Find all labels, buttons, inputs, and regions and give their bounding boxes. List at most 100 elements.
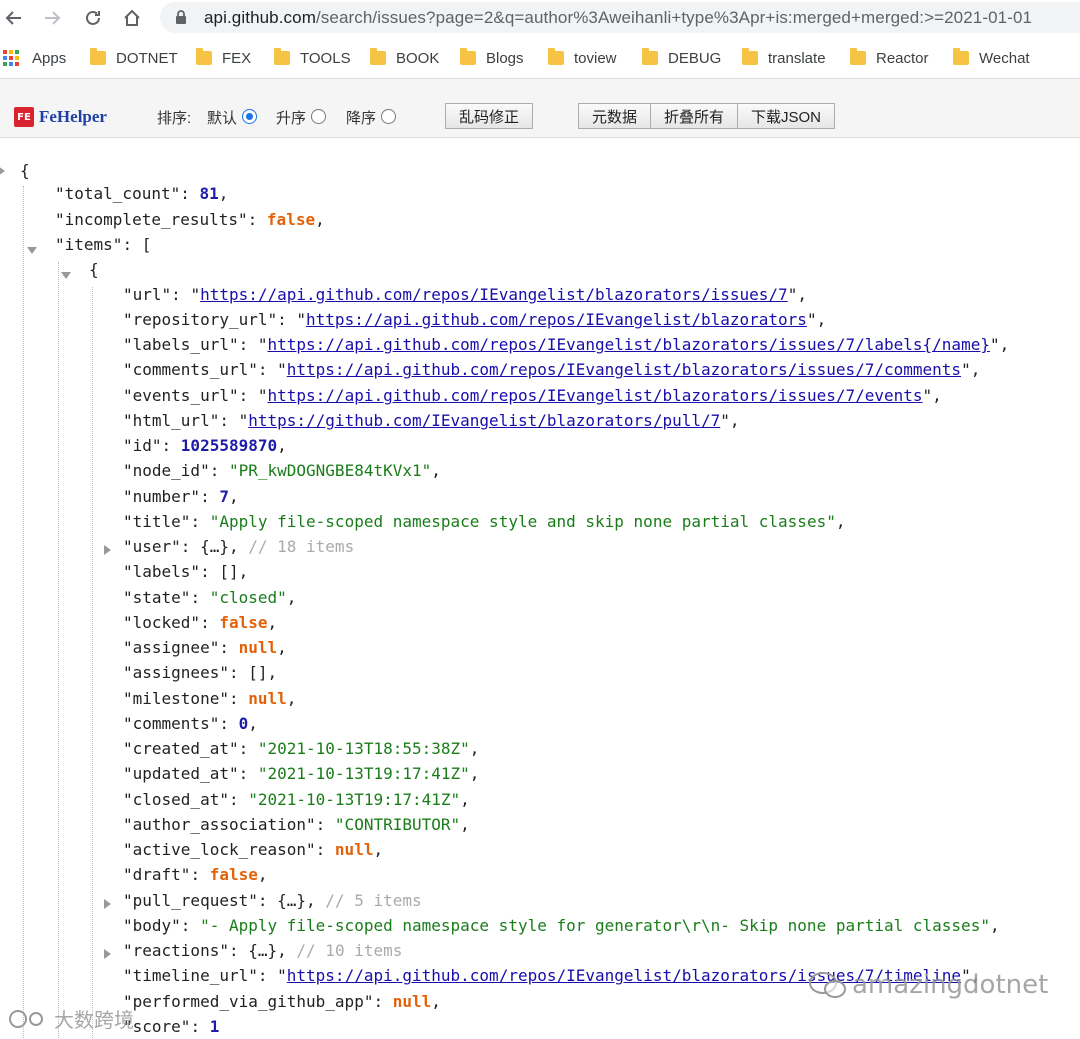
- collapse-root-toggle-icon[interactable]: [0, 166, 5, 176]
- json-line-updated-at: "updated_at": "2021-10-13T19:17:41Z",: [123, 764, 480, 783]
- bookmark-label: DOTNET: [116, 49, 178, 67]
- bookmark-label: Reactor: [876, 49, 929, 67]
- json-viewer: { "total_count": 81, "incomplete_results…: [0, 138, 1080, 1038]
- indent-guide: [23, 186, 24, 1038]
- json-line-comments-url: "comments_url": "https://api.github.com/…: [123, 360, 981, 379]
- json-line-created-at: "created_at": "2021-10-13T18:55:38Z",: [123, 739, 480, 758]
- sort-asc-label: 升序: [276, 110, 307, 127]
- fix-encoding-button[interactable]: 乱码修正: [445, 103, 533, 129]
- bookmark-fex[interactable]: FEX: [196, 48, 251, 68]
- fehelper-badge: FE: [14, 107, 34, 127]
- sort-asc-option[interactable]: 升序: [276, 107, 327, 128]
- fehelper-logo: FE FeHelper: [14, 107, 107, 127]
- json-line-incomplete-results: "incomplete_results": false,: [55, 210, 325, 229]
- json-line-title: "title": "Apply file-scoped namespace st…: [123, 512, 846, 531]
- pull-request-collapsed-comment: // 5 items: [325, 891, 422, 910]
- performed-via-github-app-value: null: [392, 992, 432, 1011]
- bookmark-dotnet[interactable]: DOTNET: [90, 48, 178, 68]
- json-line-draft: "draft": false,: [123, 865, 268, 884]
- json-line-locked: "locked": false,: [123, 613, 278, 632]
- sort-desc-label: 降序: [346, 110, 377, 127]
- json-line-state: "state": "closed",: [123, 588, 297, 607]
- json-line-user: "user": {…}, // 18 items: [123, 537, 355, 556]
- body-value: "- Apply file-scoped namespace style for…: [200, 916, 990, 935]
- bookmark-debug[interactable]: DEBUG: [642, 48, 721, 68]
- json-line-body: "body": "- Apply file-scoped namespace s…: [123, 916, 1000, 935]
- folder-icon: [460, 48, 476, 65]
- sort-default-option[interactable]: 默认: [207, 107, 258, 128]
- fehelper-name: FeHelper: [39, 107, 107, 126]
- bookmark-label: TOOLS: [300, 49, 351, 67]
- json-line-items: "items": [: [55, 235, 152, 254]
- folder-icon: [742, 48, 758, 65]
- expand-user-toggle-icon[interactable]: [104, 545, 111, 555]
- sort-asc-radio[interactable]: [311, 109, 327, 124]
- bookmark-apps[interactable]: Apps: [2, 48, 66, 68]
- apps-grid-icon: [2, 49, 20, 67]
- html-url-link[interactable]: https://github.com/IEvangelist/blazorato…: [248, 411, 720, 430]
- expand-reactions-toggle-icon[interactable]: [104, 949, 111, 959]
- indent-guide: [58, 262, 59, 1038]
- locked-value: false: [219, 613, 268, 632]
- sort-desc-radio[interactable]: [381, 109, 397, 124]
- download-json-button[interactable]: 下载JSON: [737, 103, 835, 129]
- back-arrow-icon[interactable]: [0, 4, 28, 32]
- active-lock-reason-value: null: [334, 840, 374, 859]
- closed-at-value: "2021-10-13T19:17:41Z": [248, 790, 461, 809]
- assignee-value: null: [238, 638, 278, 657]
- bookmark-label: DEBUG: [668, 49, 722, 67]
- watermark-left: 大数跨境: [8, 1004, 134, 1033]
- collapse-all-button[interactable]: 折叠所有: [650, 103, 738, 129]
- watermark-right: amazingdotnet: [808, 970, 1048, 1000]
- bookmark-toview[interactable]: toview: [548, 48, 617, 68]
- folder-icon: [642, 48, 658, 65]
- collapse-item-toggle-icon[interactable]: [61, 272, 71, 279]
- reload-icon[interactable]: [79, 4, 107, 32]
- json-line-labels-url: "labels_url": "https://api.github.com/re…: [123, 335, 1010, 354]
- indent-guide: [92, 287, 93, 1038]
- sort-default-radio[interactable]: [242, 109, 258, 124]
- json-line-total-count: "total_count": 81,: [55, 184, 229, 203]
- state-value: "closed": [209, 588, 287, 607]
- json-line-events-url: "events_url": "https://api.github.com/re…: [123, 386, 942, 405]
- home-icon[interactable]: [118, 4, 146, 32]
- json-line-labels: "labels": [],: [123, 562, 249, 581]
- bookmark-tools[interactable]: TOOLS: [274, 48, 351, 68]
- json-line-reactions: "reactions": {…}, // 10 items: [123, 941, 403, 960]
- bookmark-reactor[interactable]: Reactor: [850, 48, 929, 68]
- sort-desc-option[interactable]: 降序: [346, 107, 397, 128]
- fehelper-toolbar: FE FeHelper 排序: 默认 升序 降序 乱码修正 元数据 折叠所有 下…: [0, 79, 1080, 138]
- bookmark-book[interactable]: BOOK: [370, 48, 439, 68]
- metadata-button[interactable]: 元数据: [578, 103, 651, 129]
- folder-icon: [370, 48, 386, 65]
- bookmark-translate[interactable]: translate: [742, 48, 826, 68]
- forward-arrow-icon[interactable]: [38, 4, 66, 32]
- repository-url-link[interactable]: https://api.github.com/repos/IEvangelist…: [306, 310, 807, 329]
- author-association-value: "CONTRIBUTOR": [334, 815, 461, 834]
- collapse-items-toggle-icon[interactable]: [27, 247, 37, 254]
- folder-icon: [953, 48, 969, 65]
- bookmark-wechat[interactable]: Wechat: [953, 48, 1030, 68]
- url-path: /search/issues?page=2&q=author%3Aweihanl…: [315, 8, 1033, 27]
- json-line-url: "url": "https://api.github.com/repos/IEv…: [123, 285, 807, 304]
- comments-url-link[interactable]: https://api.github.com/repos/IEvangelist…: [287, 360, 961, 379]
- folder-icon: [548, 48, 564, 65]
- folder-icon: [90, 48, 106, 65]
- user-collapsed-comment: // 18 items: [248, 537, 355, 556]
- json-line-performed-via-github-app: "performed_via_github_app": null,: [123, 992, 441, 1011]
- url-link[interactable]: https://api.github.com/repos/IEvangelist…: [200, 285, 788, 304]
- expand-pull-request-toggle-icon[interactable]: [104, 899, 111, 909]
- json-line-id: "id": 1025589870,: [123, 436, 287, 455]
- folder-icon: [196, 48, 212, 65]
- labels-url-link[interactable]: https://api.github.com/repos/IEvangelist…: [268, 335, 990, 354]
- wechat-icon: [808, 970, 848, 1000]
- address-bar-row: api.github.com/search/issues?page=2&q=au…: [0, 0, 1080, 36]
- id-value: 1025589870: [180, 436, 278, 455]
- omnibox[interactable]: api.github.com/search/issues?page=2&q=au…: [160, 2, 1080, 33]
- incomplete-results-value: false: [266, 210, 316, 229]
- folder-icon: [274, 48, 290, 65]
- bookmark-blogs[interactable]: Blogs: [460, 48, 524, 68]
- events-url-link[interactable]: https://api.github.com/repos/IEvangelist…: [268, 386, 923, 405]
- watermark-left-text: 大数跨境: [54, 1008, 134, 1032]
- bookmark-label: BOOK: [396, 49, 440, 67]
